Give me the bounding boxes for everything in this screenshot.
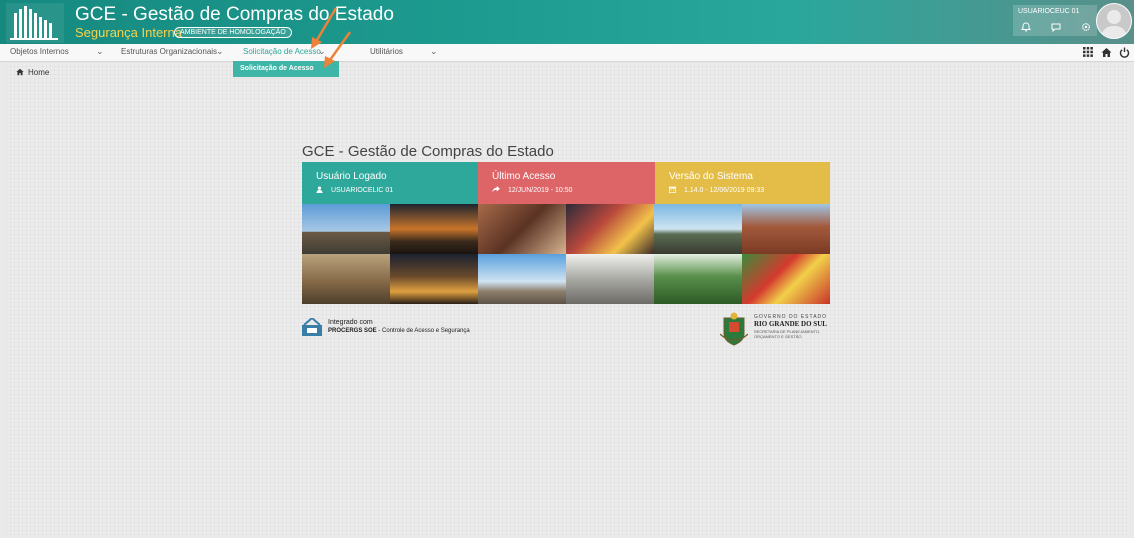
- procergs-logo: [302, 318, 322, 336]
- photo-tile: [654, 254, 742, 304]
- photo-tile: [654, 204, 742, 254]
- breadcrumb: Home: [16, 68, 49, 77]
- photo-tile: [566, 204, 654, 254]
- card-versao-do-sistema: Versão do Sistema 1.14.0 - 12/06/2019 09…: [655, 162, 830, 204]
- app-subtitle: Segurança Interna: [75, 25, 182, 40]
- avatar[interactable]: [1096, 3, 1132, 39]
- photo-tile: [302, 254, 390, 304]
- apps-grid-icon[interactable]: [1083, 45, 1093, 60]
- photo-tile: [478, 254, 566, 304]
- photo-tile: [742, 204, 830, 254]
- app-header: GCE - Gestão de Compras do Estado Segura…: [0, 0, 1134, 44]
- chevron-down-icon[interactable]: ⌄: [430, 46, 438, 57]
- annotation-arrows: [311, 7, 351, 68]
- app-logo: [6, 3, 64, 43]
- card-title: Último Acesso: [492, 171, 556, 182]
- breadcrumb-home[interactable]: Home: [28, 68, 49, 77]
- home-icon[interactable]: [16, 68, 24, 76]
- user-panel: USUARIOCEUC 01: [1013, 5, 1097, 36]
- gov-line2: RIO GRANDE DO SUL: [754, 320, 827, 328]
- chat-icon[interactable]: [1051, 22, 1061, 35]
- photo-tile: [302, 204, 390, 254]
- integrado-label: Integrado com: [328, 319, 373, 326]
- state-coat-of-arms-icon: [720, 312, 748, 346]
- photo-tile: [390, 254, 478, 304]
- card-ultimo-acesso: Último Acesso 12/JUN/2019 - 10:50: [478, 162, 655, 204]
- chevron-down-icon[interactable]: ⌄: [96, 46, 104, 57]
- user-name: USUARIOCEUC 01: [1018, 8, 1080, 15]
- photo-tile: [742, 254, 830, 304]
- card-usuario-logado: Usuário Logado USUARIOCELIC 01: [302, 162, 478, 204]
- page-title: GCE - Gestão de Compras do Estado: [302, 143, 554, 160]
- share-arrow-icon: [492, 186, 500, 193]
- power-icon[interactable]: [1119, 45, 1130, 61]
- gov-line4: ORÇAMENTO E GESTÃO: [754, 334, 802, 339]
- card-value: USUARIOCELIC 01: [330, 187, 394, 194]
- main-navbar: Objetos Internos ⌄ Estruturas Organizaci…: [0, 44, 1134, 62]
- procergs-desc: - Controle de Acesso e Segurança: [376, 328, 470, 334]
- gear-icon[interactable]: [1081, 22, 1091, 35]
- bell-icon[interactable]: [1021, 22, 1031, 35]
- nav-item-utilitarios[interactable]: Utilitários: [370, 47, 403, 56]
- card-value: 12/JUN/2019 - 10:50: [507, 187, 573, 194]
- calendar-icon: [669, 186, 676, 193]
- nav-item-estruturas-organizacionais[interactable]: Estruturas Organizacionais: [121, 47, 217, 56]
- photo-tile: [390, 204, 478, 254]
- photo-tile: [566, 254, 654, 304]
- photo-tile: [478, 204, 566, 254]
- card-title: Usuário Logado: [316, 171, 387, 182]
- chevron-down-icon[interactable]: ⌄: [216, 46, 224, 57]
- card-value: 1.14.0 - 12/06/2019 09:33: [683, 187, 765, 194]
- photo-collage: [302, 204, 830, 304]
- procergs-name: PROCERGS SOE: [328, 328, 377, 334]
- card-title: Versão do Sistema: [669, 171, 753, 182]
- home-icon[interactable]: [1101, 45, 1112, 61]
- user-icon: [316, 186, 323, 193]
- nav-item-objetos-internos[interactable]: Objetos Internos: [10, 47, 69, 56]
